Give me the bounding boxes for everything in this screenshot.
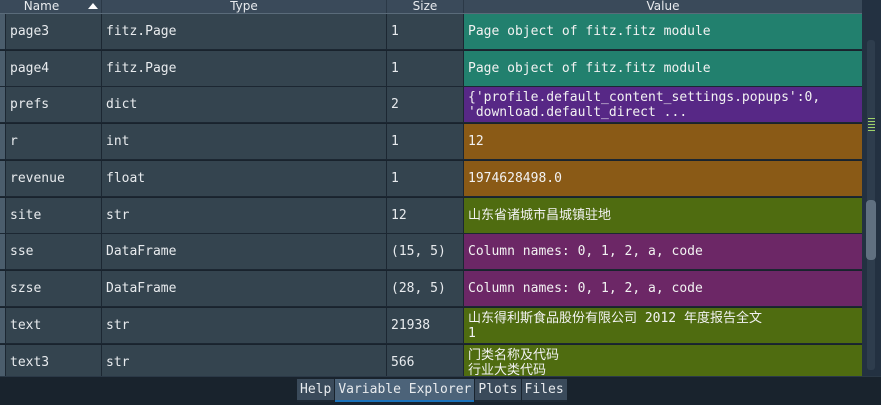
scroll-grip-line (868, 118, 875, 119)
cell-name: sse (6, 234, 102, 269)
cell-name: szse (6, 271, 102, 306)
table-row[interactable]: page3 fitz.Page 1 Page object of fitz.fitz … (0, 14, 862, 50)
scroll-grip-line (868, 124, 875, 125)
cell-size: (28, 5) (387, 271, 464, 306)
table-row[interactable]: text3 str 566 门类名称及代码 行业大类代码 (0, 345, 862, 376)
scroll-grip-line (868, 121, 875, 122)
cell-type: DataFrame (102, 271, 387, 306)
cell-size: (15, 5) (387, 234, 464, 269)
cell-name: page3 (6, 14, 102, 49)
cell-value: 1974628498.0 (464, 161, 862, 196)
cell-type: int (102, 124, 387, 159)
cell-size: 1 (387, 161, 464, 196)
cell-type: str (102, 308, 387, 343)
tab-help[interactable]: Help (297, 379, 335, 402)
cell-value-line: 'download.default_direct ... (468, 104, 688, 120)
column-header-size[interactable]: Size (387, 0, 464, 13)
table-row[interactable]: szse DataFrame (28, 5) Column names: 0, 1, … (0, 271, 862, 307)
cell-size: 566 (387, 345, 464, 376)
cell-name: text (6, 308, 102, 343)
cell-size: 21938 (387, 308, 464, 343)
cell-type: fitz.Page (102, 51, 387, 86)
column-header-type[interactable]: Type (102, 0, 387, 13)
cell-value-line: 1974628498.0 (468, 171, 562, 186)
cell-name: text3 (6, 345, 102, 376)
cell-size: 2 (387, 87, 464, 122)
cell-value: Column names: 0, 1, 2, a, code (464, 271, 862, 306)
table-header: Name Type Size Value (0, 0, 862, 14)
pane-tabs: Help Variable Explorer Plots Files (297, 379, 567, 402)
cell-value-line: 行业大类代码 (468, 362, 547, 377)
bottom-tab-bar: Help Variable Explorer Plots Files (0, 376, 881, 405)
cell-name: r (6, 124, 102, 159)
cell-type: str (102, 345, 387, 376)
column-header-type-label: Type (230, 0, 258, 13)
cell-value-line: 山东省诸城市昌城镇驻地 (468, 208, 612, 223)
sort-ascending-icon (88, 3, 98, 9)
column-header-size-label: Size (412, 0, 438, 13)
cell-size: 1 (387, 124, 464, 159)
variable-table: page3 fitz.Page 1 Page object of fitz.fitz … (0, 14, 862, 376)
cell-value-line: Column names: 0, 1, 2, a, code (468, 281, 703, 296)
cell-value-line: 门类名称及代码 (468, 347, 560, 363)
scroll-grip-line (868, 130, 875, 131)
cell-value-line: {'profile.default_content_settings.popup… (468, 89, 821, 105)
cell-size: 1 (387, 14, 464, 49)
column-header-name[interactable]: Name (0, 0, 102, 13)
table-row[interactable]: revenue float 1 1974628498.0 (0, 161, 862, 197)
scroll-grip-line (868, 127, 875, 128)
cell-type: dict (102, 87, 387, 122)
cell-type: float (102, 161, 387, 196)
cell-value-line: 12 (468, 134, 484, 149)
vertical-scrollbar[interactable] (862, 0, 881, 376)
table-row[interactable]: prefs dict 2 {'profile.default_content_sett… (0, 87, 862, 123)
tab-files[interactable]: Files (521, 379, 567, 402)
cell-value-line: 1 (468, 325, 476, 341)
cell-type: DataFrame (102, 234, 387, 269)
column-header-value-label: Value (646, 0, 680, 13)
cell-value: Page object of fitz.fitz module (464, 14, 862, 49)
cell-size: 12 (387, 198, 464, 233)
cell-value: Page object of fitz.fitz module (464, 51, 862, 86)
cell-name: prefs (6, 87, 102, 122)
table-row[interactable]: sse DataFrame (15, 5) Column names: 0, 1, 2… (0, 234, 862, 270)
table-row[interactable]: r int 1 12 (0, 124, 862, 160)
cell-name: revenue (6, 161, 102, 196)
table-row[interactable]: text str 21938 山东得利斯食品股份有限公司 2012 年度报告全文 1 (0, 308, 862, 344)
cell-name: site (6, 198, 102, 233)
table-row[interactable]: site str 12 山东省诸城市昌城镇驻地 (0, 198, 862, 234)
cell-value: 12 (464, 124, 862, 159)
cell-value-line: Page object of fitz.fitz module (468, 24, 711, 39)
cell-value: 山东省诸城市昌城镇驻地 (464, 198, 862, 233)
cell-value: 山东得利斯食品股份有限公司 2012 年度报告全文 1 (464, 308, 862, 343)
cell-value: Column names: 0, 1, 2, a, code (464, 234, 862, 269)
tab-variable-explorer[interactable]: Variable Explorer (335, 379, 475, 402)
cell-type: fitz.Page (102, 14, 387, 49)
cell-value: 门类名称及代码 行业大类代码 (464, 345, 862, 376)
tab-plots[interactable]: Plots (475, 379, 521, 402)
cell-name: page4 (6, 51, 102, 86)
column-header-value[interactable]: Value (464, 0, 862, 13)
cell-size: 1 (387, 51, 464, 86)
cell-value-line: Page object of fitz.fitz module (468, 61, 711, 76)
table-row[interactable]: page4 fitz.Page 1 Page object of fitz.fitz … (0, 51, 862, 87)
column-header-name-label: Name (23, 0, 60, 13)
scrollbar-thumb[interactable] (866, 200, 876, 260)
cell-value-line: Column names: 0, 1, 2, a, code (468, 244, 703, 259)
cell-value: {'profile.default_content_settings.popup… (464, 87, 862, 122)
variable-explorer-pane: { "header": { "name": "Name", "type": "T… (0, 0, 881, 405)
cell-type: str (102, 198, 387, 233)
cell-value-line: 山东得利斯食品股份有限公司 2012 年度报告全文 (468, 310, 762, 326)
